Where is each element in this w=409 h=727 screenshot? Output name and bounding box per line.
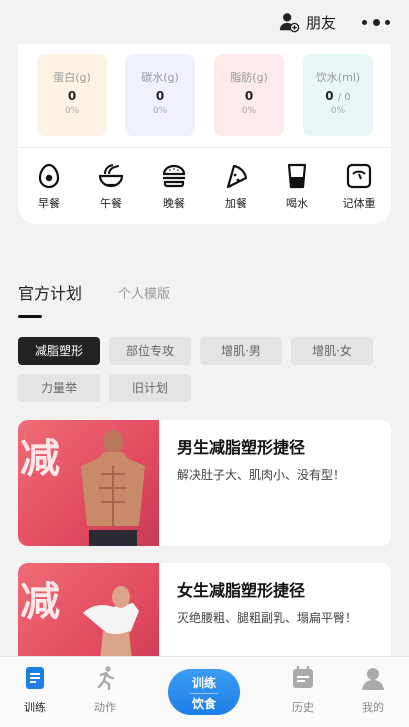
carbs-tile[interactable]: 碳水(g) 0 0% <box>125 54 195 136</box>
divider <box>18 147 391 148</box>
bottom-nav: 训练 动作 训练 饮食 历史 我的 <box>0 656 409 727</box>
cup-icon <box>287 163 307 189</box>
burger-icon <box>162 164 186 188</box>
user-add-icon <box>279 13 300 33</box>
nav-history[interactable]: 历史 <box>278 665 328 715</box>
category-chip-powerlifting[interactable]: 力量举 <box>18 374 100 402</box>
dot <box>385 19 390 25</box>
meal-lunch[interactable]: 午餐 <box>86 162 136 211</box>
meal-label: 早餐 <box>38 197 60 210</box>
nav-action[interactable]: 动作 <box>80 665 130 715</box>
plan-title: 女生减脂塑形捷径 <box>177 581 306 600</box>
dot <box>362 19 367 25</box>
plan-image-glyph: 减 <box>20 436 60 482</box>
train-diet-toggle-button[interactable]: 训练 饮食 <box>168 669 240 715</box>
category-chip-muscle-female[interactable]: 增肌·女 <box>291 337 373 365</box>
nutrient-value: 0 <box>67 89 77 103</box>
nav-train[interactable]: 训练 <box>10 665 60 715</box>
category-chip-old-plans[interactable]: 旧计划 <box>109 374 191 402</box>
profile-icon <box>362 668 384 690</box>
category-chip-muscle-male[interactable]: 增肌·男 <box>200 337 282 365</box>
water-total: / 0 <box>337 92 351 103</box>
male-athlete-figure <box>81 430 145 546</box>
plan-description: 解决肚子大、肌肉小、没有型！ <box>177 468 346 482</box>
meal-label: 记体重 <box>342 197 376 210</box>
nutrient-label: 碳水(g) <box>141 71 179 84</box>
nutrient-value: 0 <box>244 89 254 103</box>
water-tile[interactable]: 饮水(ml) 0 / 0 0% <box>303 54 373 136</box>
center-label-train: 训练 <box>191 676 216 690</box>
scale-icon <box>346 163 372 189</box>
nav-mine[interactable]: 我的 <box>348 665 398 715</box>
center-label-diet: 饮食 <box>190 693 218 713</box>
friends-button[interactable]: 朋友 <box>278 10 336 34</box>
nutrient-percent: 0% <box>241 106 257 116</box>
nutrient-percent: 0% <box>152 106 168 116</box>
meal-breakfast[interactable]: 早餐 <box>24 162 74 211</box>
meal-label: 晚餐 <box>163 197 185 210</box>
nav-label: 历史 <box>292 701 314 714</box>
meal-label: 喝水 <box>286 197 308 210</box>
top-bar: 朋友 <box>0 0 409 44</box>
pizza-icon <box>226 164 248 189</box>
friends-label: 朋友 <box>306 13 337 32</box>
nutrient-percent: 0% <box>330 106 346 116</box>
dot <box>372 18 380 26</box>
plan-card-male-fat-loss[interactable]: 减 男生减脂塑形捷径 解决肚子大、肌肉小、没有型！ <box>18 420 391 546</box>
nutrient-label: 蛋白(g) <box>53 71 91 84</box>
category-chip-body-part[interactable]: 部位专攻 <box>109 337 191 365</box>
plan-description: 灭绝腰粗、腿粗副乳、塌扁平臀！ <box>177 611 358 625</box>
protein-tile[interactable]: 蛋白(g) 0 0% <box>37 54 107 136</box>
plan-title: 男生减脂塑形捷径 <box>177 438 306 457</box>
noodle-bowl-icon <box>98 164 124 188</box>
plan-image: 减 <box>18 420 159 546</box>
tab-official-plans[interactable]: 官方计划 <box>18 280 82 304</box>
nav-label: 动作 <box>94 701 116 714</box>
clipboard-icon <box>26 667 44 689</box>
nutrient-percent: 0% <box>64 106 80 116</box>
meal-snack[interactable]: 加餐 <box>211 162 261 211</box>
meal-label: 加餐 <box>225 197 247 210</box>
nutrient-label: 饮水(ml) <box>315 71 361 84</box>
meal-water[interactable]: 喝水 <box>272 162 322 211</box>
diet-summary-card: 蛋白(g) 0 0% 碳水(g) 0 0% 脂肪(g) 0 0% 饮水(ml) … <box>18 44 391 224</box>
calendar-icon <box>293 665 313 688</box>
nutrient-value: 0 / 0 <box>325 89 351 103</box>
meal-weight[interactable]: 记体重 <box>334 162 384 211</box>
running-icon <box>97 666 115 691</box>
tab-personal-templates[interactable]: 个人模版 <box>118 283 170 302</box>
plan-image-glyph: 减 <box>20 579 60 625</box>
nav-label: 我的 <box>362 701 384 714</box>
more-options-button[interactable] <box>362 14 390 30</box>
tab-active-indicator <box>18 315 42 318</box>
fat-tile[interactable]: 脂肪(g) 0 0% <box>214 54 284 136</box>
category-chip-fat-loss[interactable]: 减脂塑形 <box>18 337 100 365</box>
nutrient-value: 0 <box>155 89 165 103</box>
meal-dinner[interactable]: 晚餐 <box>149 162 199 211</box>
egg-icon <box>38 163 60 189</box>
nutrient-label: 脂肪(g) <box>230 71 268 84</box>
meal-label: 午餐 <box>100 197 122 210</box>
nav-label: 训练 <box>24 701 46 714</box>
